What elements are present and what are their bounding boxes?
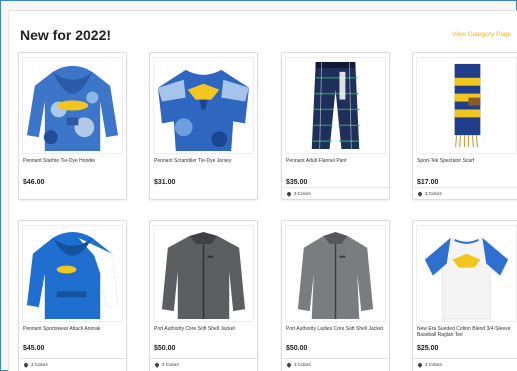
product-price: $50.00: [286, 345, 308, 352]
color-count: 3 Colors: [413, 358, 517, 370]
product-name[interactable]: Sport-Tek Spectator Scarf: [417, 158, 517, 164]
color-drop-icon: [417, 190, 423, 197]
product-price: $25.00: [417, 345, 439, 352]
soft-shell-jacket-image: [161, 231, 246, 320]
product-card[interactable]: Pennant Sportswear Attack Anorak $45.00 …: [18, 220, 127, 371]
product-image[interactable]: [285, 225, 386, 322]
color-count: 3 Colors: [282, 358, 389, 370]
product-name[interactable]: New Era Sueded Cotton Blend 3/4-Sleeve B…: [417, 326, 517, 338]
product-image[interactable]: [153, 225, 254, 322]
flannel-pant-image: [311, 61, 360, 150]
product-card[interactable]: Port Authority Ladies Core Soft Shell Ja…: [281, 220, 390, 371]
scarf-image: [454, 63, 481, 148]
jersey-image: [157, 69, 250, 152]
product-price: $17.00: [417, 179, 439, 186]
product-image[interactable]: [416, 225, 517, 322]
product-name[interactable]: Pennant Sportswear Attack Anorak: [23, 326, 123, 332]
product-name[interactable]: Pennant Scrambler Tie-Dye Jersey: [154, 158, 254, 164]
product-image[interactable]: [22, 225, 123, 322]
product-price: $45.00: [23, 345, 45, 352]
ladies-soft-shell-jacket-image: [297, 231, 374, 320]
view-category-link[interactable]: View Category Page: [452, 31, 511, 38]
product-card[interactable]: Sport-Tek Spectator Scarf $17.00 3 Color…: [412, 52, 517, 200]
color-count-label: 3 Colors: [294, 362, 311, 367]
raglan-tee-image: [424, 237, 509, 320]
product-price: $35.00: [286, 179, 308, 186]
product-image[interactable]: [285, 57, 386, 154]
color-drop-icon: [286, 190, 292, 197]
product-card[interactable]: Pennant Starfire Tie-Dye Hoodie $46.00: [18, 52, 127, 200]
product-name[interactable]: Pennant Adult Flannel Pant: [286, 158, 386, 164]
product-card[interactable]: Pennant Adult Flannel Pant $35.00 3 Colo…: [281, 52, 390, 200]
product-price: $31.00: [154, 179, 176, 186]
product-image[interactable]: [416, 57, 517, 154]
color-count-label: 3 Colors: [425, 191, 442, 196]
section-title: New for 2022!: [20, 27, 112, 43]
color-count: 3 Colors: [413, 187, 517, 199]
hoodie-image: [26, 65, 119, 152]
product-name[interactable]: Port Authority Core Soft Shell Jacket: [154, 326, 254, 332]
color-drop-icon: [286, 361, 292, 368]
color-count: 3 Colors: [282, 187, 389, 199]
product-price: $46.00: [23, 179, 45, 186]
product-card[interactable]: Pennant Scrambler Tie-Dye Jersey $31.00: [149, 52, 258, 200]
color-drop-icon: [417, 361, 423, 368]
color-count-label: 3 Colors: [425, 362, 442, 367]
product-card[interactable]: New Era Sueded Cotton Blend 3/4-Sleeve B…: [412, 220, 517, 371]
color-count-label: 3 Colors: [162, 362, 179, 367]
color-count: 3 Colors: [150, 358, 257, 370]
product-image[interactable]: [22, 57, 123, 154]
product-name[interactable]: Pennant Starfire Tie-Dye Hoodie: [23, 158, 123, 164]
product-card[interactable]: Port Authority Core Soft Shell Jacket $5…: [149, 220, 258, 371]
product-name[interactable]: Port Authority Ladies Core Soft Shell Ja…: [286, 326, 386, 332]
product-price: $50.00: [154, 345, 176, 352]
color-count-label: 3 Colors: [31, 362, 48, 367]
color-count: 3 Colors: [19, 358, 126, 370]
anorak-image: [26, 231, 119, 320]
color-drop-icon: [154, 361, 160, 368]
color-drop-icon: [23, 361, 29, 368]
color-count-label: 3 Colors: [294, 191, 311, 196]
product-image[interactable]: [153, 57, 254, 154]
